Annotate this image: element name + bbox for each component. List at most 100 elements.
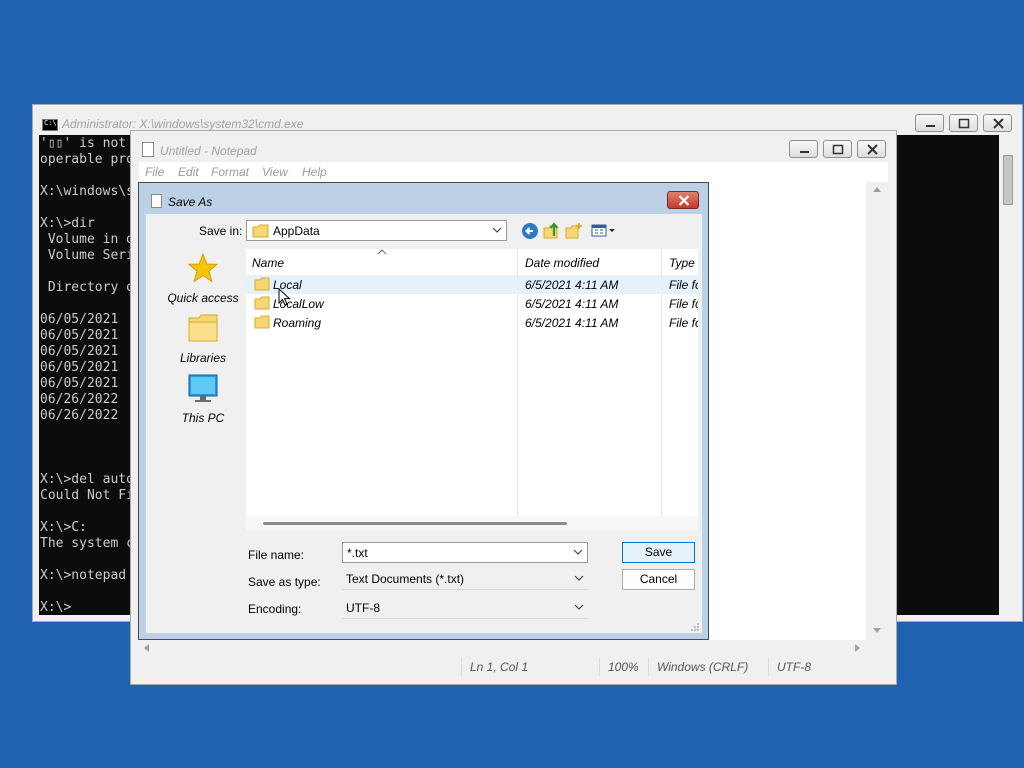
- place-label: Quick access: [167, 291, 239, 305]
- view-menu-icon[interactable]: [591, 222, 617, 240]
- dialog-icon: [151, 194, 162, 208]
- minimize-icon: [926, 125, 935, 127]
- place-label: Libraries: [179, 351, 227, 365]
- notepad-horizontal-scrollbar[interactable]: [139, 640, 866, 656]
- menu-format[interactable]: Format: [211, 165, 249, 179]
- console-line: Volume Seri: [40, 248, 134, 263]
- save-as-dialog[interactable]: Save As Save in: AppData Quick access Li…: [138, 182, 709, 640]
- file-type: File fo: [669, 316, 698, 330]
- dialog-close-button[interactable]: [667, 191, 699, 209]
- restore-icon: [832, 144, 844, 155]
- save-in-value: AppData: [273, 224, 320, 238]
- console-line: Could Not Fi: [40, 488, 134, 503]
- places-bar: Quick access Libraries This PC: [156, 251, 250, 491]
- folder-icon: [254, 277, 270, 291]
- close-icon: [678, 195, 690, 206]
- resize-grip-icon[interactable]: [690, 622, 700, 632]
- status-line-ending: Windows (CRLF): [657, 660, 749, 674]
- cmd-scroll-thumb[interactable]: [1003, 155, 1013, 205]
- cancel-button[interactable]: Cancel: [622, 569, 695, 590]
- place-this-pc[interactable]: This PC: [156, 371, 250, 427]
- file-name-input[interactable]: *.txt: [342, 542, 588, 563]
- close-icon: [867, 144, 878, 155]
- save-in-label: Save in:: [199, 224, 243, 238]
- file-list-scroll-thumb[interactable]: [263, 522, 567, 525]
- console-line: The system c: [40, 536, 134, 551]
- cmd-title-text: Administrator: X:\windows\system32\cmd.e…: [62, 117, 304, 131]
- star-icon: [188, 253, 218, 283]
- scroll-arrows-icon: [873, 187, 881, 633]
- place-label: This PC: [181, 411, 225, 425]
- encoding-value: UTF-8: [346, 601, 380, 615]
- dialog-title: Save As: [168, 195, 213, 209]
- console-line: X:\windows\s: [40, 184, 134, 199]
- file-name-label: File name:: [248, 548, 305, 562]
- file-row-locallow[interactable]: LocalLow 6/5/2021 4:11 AM File fo: [246, 294, 698, 313]
- notepad-close-button[interactable]: [857, 140, 886, 158]
- file-date: 6/5/2021 4:11 AM: [525, 297, 619, 311]
- console-line: X:\>: [40, 600, 72, 615]
- notepad-app-icon: [142, 142, 154, 157]
- file-type: File fo: [669, 278, 698, 292]
- console-line: X:\>notepad: [40, 568, 127, 583]
- save-as-type-dropdown[interactable]: Text Documents (*.txt): [342, 569, 588, 590]
- column-type[interactable]: Type: [669, 256, 695, 270]
- chevron-down-icon: [574, 604, 584, 610]
- console-line: 06/05/2021: [40, 312, 119, 327]
- close-icon: [993, 118, 1004, 129]
- scroll-arrows-icon: [144, 644, 860, 652]
- new-folder-icon[interactable]: [565, 222, 583, 240]
- cmd-close-button[interactable]: [983, 114, 1012, 132]
- file-row-local[interactable]: Local 6/5/2021 4:11 AM File fo: [246, 275, 698, 294]
- file-name-value: *.txt: [347, 546, 368, 560]
- file-list[interactable]: Name Date modified Type Local 6/5/2021 4…: [246, 249, 698, 516]
- folder-icon: [252, 224, 269, 238]
- cmd-app-icon: [42, 119, 58, 131]
- file-list-hscrollbar[interactable]: [246, 516, 698, 530]
- restore-icon: [958, 118, 970, 129]
- up-folder-icon[interactable]: [543, 222, 561, 240]
- folder-icon: [254, 296, 270, 310]
- column-name[interactable]: Name: [252, 256, 284, 270]
- notepad-title-text: Untitled - Notepad: [160, 144, 257, 158]
- console-line: 06/05/2021: [40, 360, 119, 375]
- notepad-status-bar: Ln 1, Col 1 100% Windows (CRLF) UTF-8: [139, 656, 888, 678]
- status-position: Ln 1, Col 1: [470, 660, 529, 674]
- menu-edit[interactable]: Edit: [178, 165, 199, 179]
- cmd-restore-button[interactable]: [949, 114, 978, 132]
- save-in-dropdown[interactable]: AppData: [246, 220, 507, 241]
- console-line: 06/05/2021: [40, 376, 119, 391]
- file-row-roaming[interactable]: Roaming 6/5/2021 4:11 AM File fo: [246, 313, 698, 332]
- mouse-cursor-icon: [278, 288, 291, 306]
- notepad-restore-button[interactable]: [823, 140, 852, 158]
- column-date-modified[interactable]: Date modified: [525, 256, 599, 270]
- console-line: '▯▯' is not: [40, 136, 127, 151]
- save-as-type-value: Text Documents (*.txt): [346, 572, 465, 586]
- save-button[interactable]: Save: [622, 542, 695, 563]
- place-quick-access[interactable]: Quick access: [156, 251, 250, 307]
- minimize-icon: [800, 151, 809, 153]
- menu-help[interactable]: Help: [302, 165, 327, 179]
- folder-icon: [254, 315, 270, 329]
- notepad-vertical-scrollbar[interactable]: [866, 182, 888, 640]
- file-date: 6/5/2021 4:11 AM: [525, 316, 619, 330]
- menu-view[interactable]: View: [262, 165, 288, 179]
- console-line: 06/05/2021: [40, 328, 119, 343]
- console-line: X:\>C:: [40, 520, 87, 535]
- console-line: Volume in d: [40, 232, 134, 247]
- cmd-minimize-button[interactable]: [915, 114, 944, 132]
- notepad-minimize-button[interactable]: [789, 140, 818, 158]
- file-name: Roaming: [273, 316, 322, 330]
- cmd-scrollbar[interactable]: [999, 135, 1019, 615]
- save-as-type-label: Save as type:: [248, 575, 321, 589]
- monitor-icon: [188, 374, 218, 402]
- chevron-down-icon: [573, 549, 583, 555]
- console-line: X:\>del auto: [40, 472, 134, 487]
- chevron-down-icon: [574, 575, 584, 581]
- console-line: Directory o: [40, 280, 134, 295]
- folder-icon: [188, 314, 218, 342]
- place-libraries[interactable]: Libraries: [156, 311, 250, 367]
- menu-file[interactable]: File: [145, 165, 164, 179]
- back-icon[interactable]: [521, 222, 539, 240]
- encoding-dropdown[interactable]: UTF-8: [342, 598, 588, 619]
